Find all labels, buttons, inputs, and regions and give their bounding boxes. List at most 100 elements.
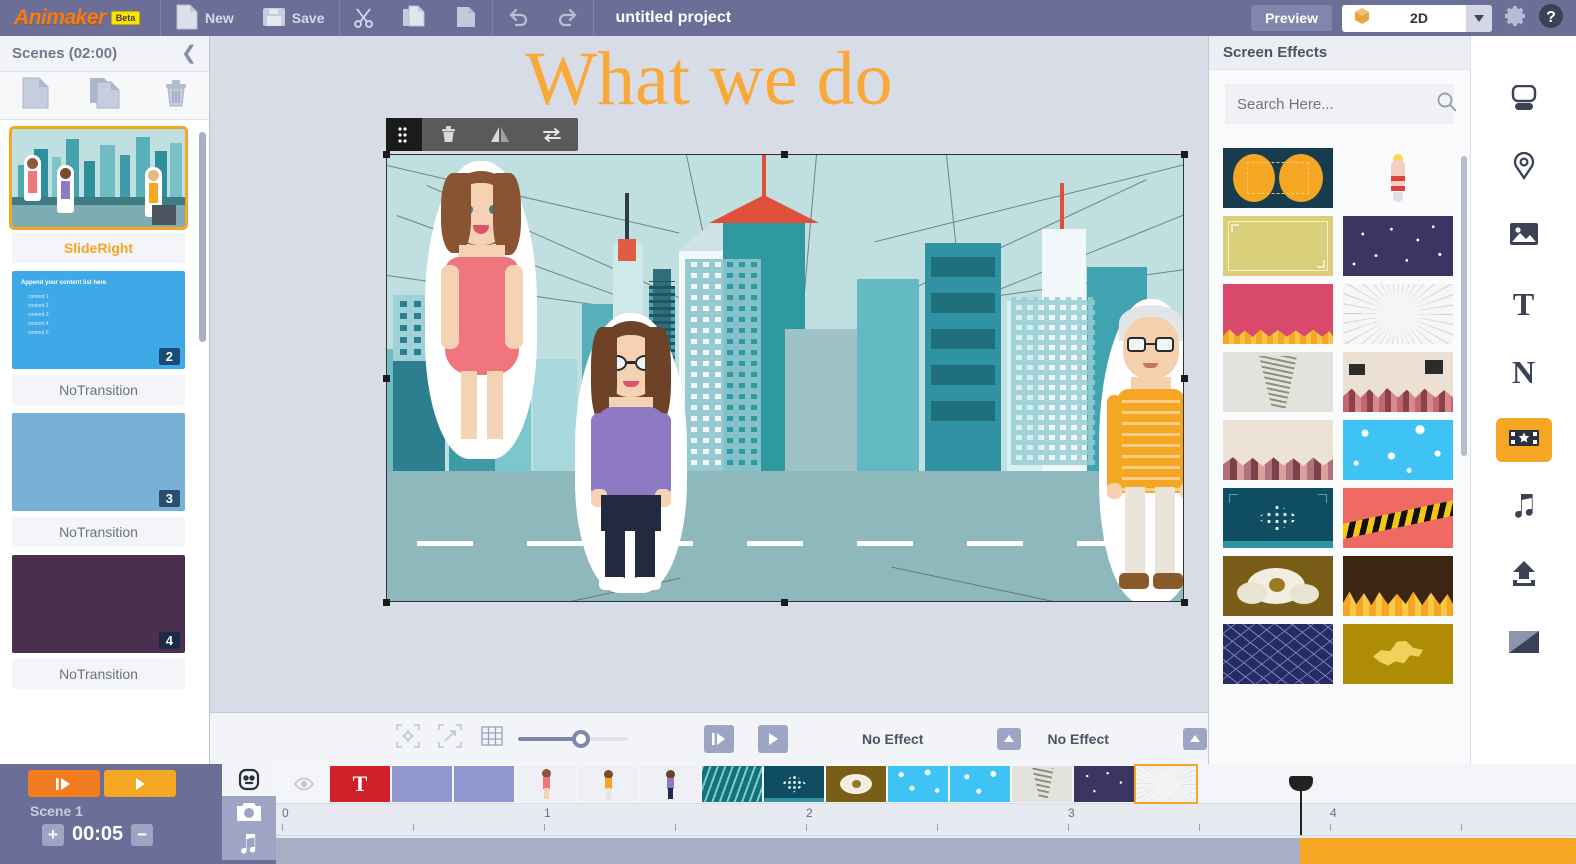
effect-thumbnail-smoke-blast[interactable] — [1223, 556, 1333, 616]
character-man-orange[interactable] — [1097, 299, 1184, 602]
stage-title-text[interactable]: What we do — [210, 41, 1208, 117]
duplicate-scene-button[interactable] — [89, 77, 123, 114]
play-button[interactable] — [758, 725, 788, 753]
timeline-clip[interactable]: T — [330, 766, 390, 802]
preview-button[interactable]: Preview — [1251, 5, 1332, 31]
undo-button[interactable] — [493, 0, 543, 36]
zoom-slider[interactable] — [518, 737, 628, 741]
zoom-slider-handle[interactable] — [572, 730, 590, 748]
resize-handle-tr[interactable] — [1181, 151, 1188, 158]
sidebar-item-characters[interactable] — [1496, 78, 1552, 122]
increase-duration-button[interactable]: + — [42, 824, 64, 846]
effect-thumbnail-firework[interactable] — [1343, 148, 1453, 208]
timeline-clip[interactable] — [950, 766, 1010, 802]
music-track-button[interactable] — [222, 828, 276, 860]
redo-button[interactable] — [543, 0, 593, 36]
help-button[interactable]: ? — [1538, 3, 1564, 34]
exit-effect-label[interactable]: No Effect — [1047, 731, 1108, 747]
chevron-down-icon[interactable] — [1466, 5, 1492, 32]
effect-thumbnail-old-film[interactable] — [1223, 216, 1333, 276]
sidebar-item-numbers[interactable]: N — [1496, 350, 1552, 394]
timeline-clip-strip[interactable]: T — [276, 764, 1576, 804]
resize-handle-tc[interactable] — [781, 151, 788, 158]
timeline-scrollbar[interactable] — [276, 838, 1576, 864]
sidebar-item-background[interactable] — [1496, 214, 1552, 258]
sidebar-item-text[interactable]: T — [1496, 282, 1552, 326]
effect-thumbnail-radar[interactable] — [1223, 488, 1333, 548]
effect-thumbnail-audience[interactable] — [1223, 420, 1333, 480]
effects-scrollbar[interactable] — [1461, 156, 1467, 456]
new-button[interactable]: New — [161, 0, 248, 36]
timeline-ruler[interactable]: 0 1 2 3 4 — [276, 804, 1576, 836]
sidebar-item-music[interactable] — [1496, 486, 1552, 530]
entry-effect-label[interactable]: No Effect — [862, 731, 923, 747]
timeline-clip[interactable] — [392, 766, 452, 802]
cut-button[interactable] — [340, 0, 388, 36]
resize-handle-ml[interactable] — [383, 375, 390, 382]
timeline-clip[interactable] — [640, 766, 700, 802]
scene-transition[interactable]: NoTransition — [12, 517, 185, 547]
dimension-select[interactable]: 2D — [1342, 5, 1492, 32]
save-button[interactable]: Save — [248, 0, 339, 36]
swap-icon[interactable] — [526, 127, 578, 143]
timeline-clip[interactable] — [826, 766, 886, 802]
paste-button[interactable] — [440, 0, 492, 36]
grid-button[interactable] — [480, 724, 504, 753]
resize-handle-br[interactable] — [1181, 599, 1188, 606]
effect-thumbnail-pink-fire[interactable] — [1223, 284, 1333, 344]
effect-thumbnail-fire[interactable] — [1343, 556, 1453, 616]
scenes-list[interactable]: 1 SlideRight Append your content list he… — [0, 121, 210, 764]
new-scene-button[interactable] — [20, 77, 50, 114]
timeline-clip[interactable] — [888, 766, 948, 802]
scene-canvas[interactable] — [386, 154, 1184, 602]
search-input[interactable] — [1237, 96, 1436, 113]
drag-grip-icon[interactable] — [386, 118, 422, 151]
timeline-clip[interactable] — [454, 766, 514, 802]
sidebar-item-props[interactable] — [1496, 146, 1552, 190]
timeline-clip[interactable] — [764, 766, 824, 802]
scene-thumbnail[interactable]: 3 — [12, 413, 185, 511]
timeline-clip[interactable] — [1012, 766, 1072, 802]
effect-thumbnail-gold-horse[interactable] — [1343, 624, 1453, 684]
project-title[interactable]: untitled project — [616, 9, 732, 27]
effects-grid[interactable] — [1209, 144, 1471, 764]
scene-transition[interactable]: NoTransition — [12, 659, 185, 689]
flip-icon[interactable] — [474, 126, 526, 143]
decrease-duration-button[interactable]: − — [131, 824, 153, 846]
camera-track-button[interactable] — [222, 796, 276, 828]
effect-thumbnail-protest[interactable] — [1343, 352, 1453, 412]
effects-search-box[interactable] — [1225, 84, 1454, 124]
effect-thumbnail-night-sky[interactable] — [1343, 216, 1453, 276]
timeline-playhead[interactable] — [1300, 790, 1302, 835]
timeline-clip[interactable] — [578, 766, 638, 802]
effect-thumbnail-white-burst[interactable] — [1343, 284, 1453, 344]
copy-button[interactable] — [388, 0, 440, 36]
exit-effect-dropdown[interactable] — [1183, 728, 1207, 750]
effect-thumbnail-spotlight[interactable] — [1223, 148, 1333, 208]
resize-handle-mr[interactable] — [1181, 375, 1188, 382]
character-woman-pink[interactable] — [421, 161, 541, 461]
character-track-button[interactable] — [222, 764, 276, 796]
sidebar-item-effects[interactable] — [1496, 418, 1552, 462]
resize-handle-tl[interactable] — [383, 151, 390, 158]
resize-handle-bl[interactable] — [383, 599, 390, 606]
scene-transition[interactable]: NoTransition — [12, 375, 185, 405]
effect-thumbnail-tornado[interactable] — [1223, 352, 1333, 412]
play-scene-button[interactable] — [28, 770, 100, 797]
scenes-scrollbar[interactable] — [199, 132, 206, 342]
timeline-clip[interactable] — [702, 766, 762, 802]
timeline-clip[interactable] — [516, 766, 576, 802]
effect-thumbnail-caution-tape[interactable] — [1343, 488, 1453, 548]
search-icon[interactable] — [1436, 91, 1458, 118]
delete-icon[interactable] — [422, 126, 474, 143]
expand-button[interactable] — [438, 724, 462, 753]
scene-thumbnail[interactable]: 4 — [12, 555, 185, 653]
timeline-clip[interactable] — [1136, 766, 1196, 802]
scene-transition[interactable]: SlideRight — [12, 233, 185, 263]
scene-thumbnail[interactable]: 1 — [12, 129, 185, 227]
chevron-left-icon[interactable]: ❮ — [181, 42, 197, 65]
sidebar-item-color[interactable] — [1496, 622, 1552, 666]
settings-button[interactable] — [1502, 3, 1528, 34]
delete-scene-button[interactable] — [163, 78, 189, 113]
scene-thumbnail[interactable]: Append your content list here content 1 … — [12, 271, 185, 369]
